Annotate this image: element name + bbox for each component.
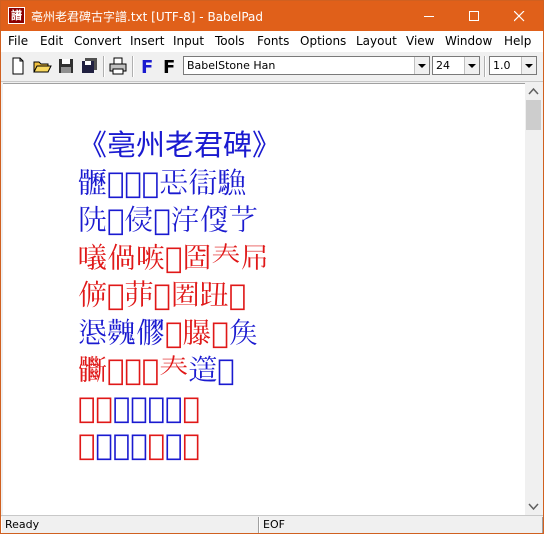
font-name-value: BabelStone Han — [187, 59, 276, 72]
scroll-thumb[interactable] — [526, 100, 541, 130]
font-size-dropdown[interactable]: 24 — [432, 56, 480, 75]
toolbar-separator — [132, 56, 134, 77]
svg-text:F: F — [163, 57, 175, 76]
new-file-button[interactable] — [8, 56, 28, 76]
chevron-down-icon[interactable] — [521, 57, 536, 74]
window-title: 亳州老君碑古字譜.txt [UTF-8] - BabelPad — [31, 10, 264, 24]
open-file-button[interactable] — [32, 56, 52, 76]
scroll-down-button[interactable] — [525, 498, 542, 515]
text-editor[interactable]: 《亳州老君碑》 𩪸𨈐𡧑𢪭𢘫𧗳𩥭 𨸪𠆀𠊸𨪆𣳿𠊳𦫼 𠿿𠊰𠹋𥘩𡇣𡗗𡰯 𠊴𠑕𦯆𣶭𡈉𧿔𢊞 𢛣𩴲𠐋𥋬𦢊… — [3, 83, 525, 516]
save-all-icon — [82, 58, 97, 73]
text-segment: 𩪸𨈐𡧑𢪭𢘫𧗳𩥭 — [78, 165, 247, 200]
scroll-up-button[interactable] — [525, 83, 542, 100]
document-line: 𢛣𩴲𠐋𥋬𦢊𥜮𡘓 — [78, 316, 258, 351]
document-title-line: 《亳州老君碑》 — [78, 128, 281, 163]
menu-layout[interactable]: Layout — [356, 34, 397, 48]
maximize-icon — [469, 11, 479, 21]
text-segment: 𩠰 — [182, 390, 200, 425]
line-spacing-dropdown[interactable]: 1.0 — [489, 56, 537, 75]
status-eof: EOF — [259, 517, 543, 533]
text-segment: 𠿿𠊰𠹋𥘩𡇣𡗗𡰯 — [78, 240, 270, 275]
document-line: 𠿿𠊰𠹋𥘩𡇣𡗗𡰯 — [78, 241, 269, 276]
text-segment: 𨗡𠥏 — [188, 353, 235, 387]
document-line: 𩪽𢣫𡞶𣺕𡗗𨗡𠥏 — [78, 353, 235, 388]
menu-bar: File Edit Convert Insert Input Tools Fon… — [1, 31, 543, 53]
menu-help[interactable]: Help — [504, 34, 531, 48]
text-segment: 𢛣𩴲𠐋 — [78, 315, 166, 350]
text-segment: 𡘦 — [78, 428, 96, 462]
text-segment: 𨝹 — [165, 428, 183, 462]
menu-view[interactable]: View — [406, 34, 434, 48]
maximize-button[interactable] — [452, 1, 497, 31]
text-segment: 𨷽𧦧𠪠 — [95, 428, 148, 462]
text-segment: 𩪽𢣫𡞶𣺕𡗗 — [78, 353, 189, 387]
menu-edit[interactable]: Edit — [40, 34, 63, 48]
chevron-up-icon — [528, 87, 539, 95]
text-segment: 𨸪𠆀𠊸𨪆𣳿𠊳𦫼 — [78, 203, 258, 237]
menu-file[interactable]: File — [8, 34, 28, 48]
vertical-scrollbar[interactable] — [525, 83, 542, 515]
status-bar: Ready EOF — [1, 515, 543, 533]
font-size-value: 24 — [436, 59, 450, 72]
text-segment: 𥋬𦢊𥜮 — [165, 315, 229, 350]
menu-window[interactable]: Window — [445, 34, 492, 48]
text-segment: 𡤾 — [147, 428, 166, 462]
status-ready: Ready — [1, 517, 259, 533]
text-segment: 𠫶𠫵𥆞𦝀 — [112, 390, 183, 425]
menu-convert[interactable]: Convert — [74, 34, 121, 48]
text-segment: 《亳州老君碑》 — [78, 128, 282, 162]
minimize-icon — [424, 16, 434, 17]
text-segment: 𡎥𠋗 — [78, 390, 113, 425]
new-file-icon — [12, 57, 24, 75]
close-button[interactable] — [497, 1, 542, 31]
menu-fonts[interactable]: Fonts — [257, 34, 289, 48]
menu-options[interactable]: Options — [300, 34, 346, 48]
close-icon — [514, 11, 525, 22]
toolbar-separator — [103, 56, 105, 77]
font-name-dropdown[interactable]: BabelStone Han — [183, 56, 430, 75]
babelpad-window: 譜 亳州老君碑古字譜.txt [UTF-8] - BabelPad File E… — [0, 0, 544, 534]
menu-tools[interactable]: Tools — [215, 34, 245, 48]
document-line: 𡎥𠋗𠫶𠫵𥆞𦝀𩠰 — [78, 391, 200, 426]
font-blue-f-icon: F — [141, 57, 153, 78]
document-line: 𨸪𠆀𠊸𨪆𣳿𠊳𦫼 — [78, 203, 258, 238]
title-bar[interactable]: 譜 亳州老君碑古字譜.txt [UTF-8] - BabelPad — [1, 1, 543, 31]
toolbar-separator — [484, 56, 486, 77]
chevron-down-icon — [528, 503, 539, 511]
save-disk-icon — [59, 59, 73, 73]
svg-text:F: F — [141, 57, 153, 76]
menu-insert[interactable]: Insert — [130, 34, 164, 48]
document-line: 𡘦𨷽𧦧𠪠𡤾𨝹𣩖 — [78, 428, 200, 463]
printer-icon — [109, 57, 127, 75]
open-folder-icon — [33, 61, 52, 73]
chevron-down-icon[interactable] — [414, 57, 429, 74]
toolbar: F F BabelStone Han 24 1.0 — [1, 52, 543, 82]
save-all-button[interactable] — [80, 56, 100, 76]
print-button[interactable] — [108, 56, 128, 76]
document-line: 𠊴𠑕𦯆𣶭𡈉𧿔𢊞 — [78, 278, 246, 313]
text-segment: 𠊴𠑕𦯆𣶭𡈉𧿔𢊞 — [78, 278, 247, 312]
save-button[interactable] — [56, 56, 76, 76]
font-dialog-button[interactable]: F — [138, 56, 158, 78]
document-line: 𩪸𨈐𡧑𢪭𢘫𧗳𩥭 — [78, 166, 246, 201]
line-spacing-value: 1.0 — [493, 59, 511, 72]
text-segment: 𣩖 — [182, 428, 200, 462]
font-select-button[interactable]: F — [160, 56, 180, 78]
text-segment: 𡘓 — [228, 315, 258, 350]
menu-input[interactable]: Input — [173, 34, 204, 48]
minimize-button[interactable] — [407, 1, 452, 31]
babelpad-app-icon[interactable]: 譜 — [8, 7, 25, 24]
chevron-down-icon[interactable] — [464, 57, 479, 74]
font-f-icon: F — [163, 57, 175, 78]
